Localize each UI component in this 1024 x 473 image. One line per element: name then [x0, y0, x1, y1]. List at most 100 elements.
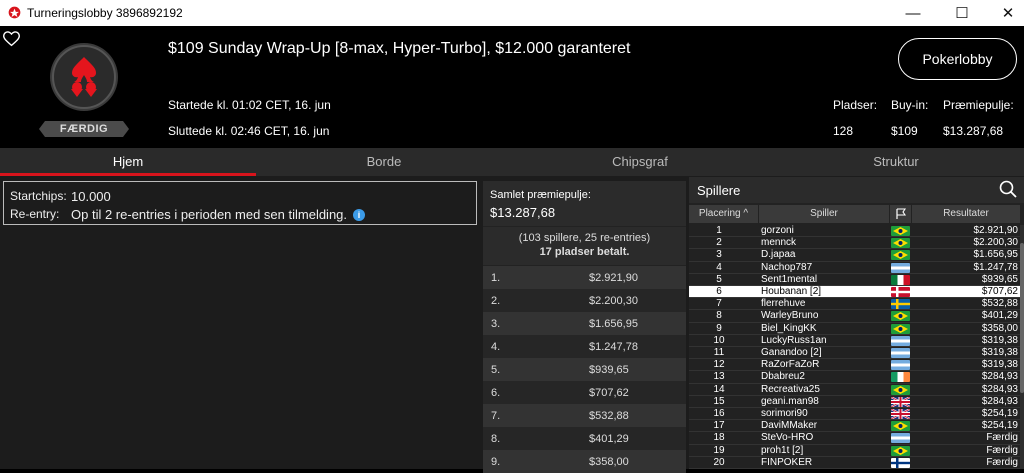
- country-flag-icon: [891, 262, 910, 273]
- table-row[interactable]: 1 gorzoni $2.921,90: [689, 225, 1020, 238]
- prize-row: 9. $358,00: [483, 450, 686, 473]
- table-row[interactable]: 15 geani.man98 $284,93: [689, 396, 1020, 408]
- player-result: $939,65: [981, 273, 1018, 285]
- entries-note: (103 spillere, 25 re-entries): [518, 232, 651, 244]
- player-result: $319,38: [981, 334, 1018, 346]
- window-titlebar: Turneringslobby 3896892192 — ☐ ✕: [0, 0, 1024, 26]
- player-place: 8: [716, 310, 722, 322]
- player-place: 3: [716, 249, 722, 261]
- tab-chip-graph[interactable]: Chipsgraf: [512, 148, 768, 176]
- player-result: $401,29: [981, 310, 1018, 322]
- players-header: Spillere: [689, 177, 1024, 203]
- player-result: $707,62: [981, 286, 1018, 297]
- prize-row: 7. $532,88: [483, 404, 686, 427]
- player-result: $254,19: [981, 408, 1018, 419]
- window-title: Turneringslobby 3896892192: [27, 6, 183, 20]
- tab-home[interactable]: Hjem: [0, 148, 256, 176]
- table-row[interactable]: 6 Houbanan [2] $707,62: [689, 286, 1020, 299]
- player-result: $284,93: [981, 383, 1018, 395]
- favorite-heart-icon[interactable]: [3, 31, 20, 47]
- column-header-place[interactable]: Placering ^: [689, 205, 758, 223]
- country-flag-icon: [891, 323, 910, 334]
- table-row[interactable]: 10 LuckyRuss1an $319,38: [689, 335, 1020, 347]
- startchips-value: 10.000: [71, 189, 111, 204]
- player-name: DaviMMaker: [761, 420, 818, 432]
- country-flag-icon: [891, 238, 910, 249]
- player-name: D.japaa: [761, 249, 796, 261]
- table-row[interactable]: 4 Nachop787 $1.247,78: [689, 262, 1020, 274]
- reentry-label: Re-entry:: [10, 207, 60, 221]
- country-flag-icon: [891, 384, 910, 395]
- buyin-label: Buy-in:: [891, 98, 929, 112]
- player-name: Recreativa25: [761, 383, 820, 395]
- player-place: 17: [713, 420, 725, 432]
- table-row[interactable]: 9 Biel_KingKK $358,00: [689, 323, 1020, 335]
- scrollbar-thumb[interactable]: [1020, 243, 1024, 393]
- country-flag-icon: [891, 274, 910, 285]
- table-row[interactable]: 12 RaZorFaZoR $319,38: [689, 359, 1020, 372]
- player-name: proh1t [2]: [761, 444, 804, 456]
- player-place: 7: [716, 298, 722, 310]
- player-place: 14: [713, 383, 725, 395]
- info-icon[interactable]: i: [353, 209, 366, 221]
- player-name: SteVo-HRO: [761, 432, 814, 444]
- player-place: 20: [713, 456, 725, 468]
- start-time: Startede kl. 01:02 CET, 16. jun: [168, 98, 331, 112]
- tournament-info-box: Startchips: 10.000 Re-entry: Op til 2 re…: [3, 181, 477, 225]
- player-list-scrollbar[interactable]: [1020, 225, 1024, 469]
- prize-total-label: Samlet præmiepulje:: [490, 189, 591, 201]
- country-flag-icon: [891, 433, 910, 444]
- table-row[interactable]: 3 D.japaa $1.656,95: [689, 249, 1020, 262]
- table-row[interactable]: 8 WarleyBruno $401,29: [689, 310, 1020, 323]
- table-row[interactable]: 14 Recreativa25 $284,93: [689, 384, 1020, 396]
- prize-summary: (103 spillere, 25 re-entries) 17 pladser…: [483, 227, 686, 265]
- tab-bar: Hjem Borde Chipsgraf Struktur: [0, 148, 1024, 176]
- player-name: mennck: [761, 237, 797, 249]
- table-row[interactable]: 7 flerrehuve $532,88: [689, 298, 1020, 311]
- player-place: 15: [713, 395, 725, 407]
- player-name: Dbabreu2: [761, 371, 805, 383]
- prizepool-label: Præmiepulje:: [943, 98, 1014, 112]
- player-result: Færdig: [986, 444, 1018, 456]
- player-result: $254,19: [981, 420, 1018, 432]
- players-title: Spillere: [697, 183, 741, 198]
- player-place: 2: [716, 237, 722, 249]
- maximize-icon[interactable]: ☐: [939, 0, 985, 26]
- close-icon[interactable]: ✕: [985, 0, 1024, 26]
- column-header-results[interactable]: Resultater: [912, 205, 1020, 223]
- prize-row: 1. $2.921,90: [483, 266, 686, 289]
- table-row[interactable]: 13 Dbabreu2 $284,93: [689, 371, 1020, 384]
- tournament-title: $109 Sunday Wrap-Up [8-max, Hyper-Turbo]…: [168, 40, 631, 57]
- player-place: 19: [713, 444, 725, 456]
- poker-lobby-button[interactable]: Pokerlobby: [898, 38, 1017, 80]
- sort-up-icon: ^: [743, 208, 749, 219]
- tab-structure[interactable]: Struktur: [768, 148, 1024, 176]
- table-row[interactable]: 11 Ganandoo [2] $319,38: [689, 347, 1020, 360]
- player-name: WarleyBruno: [761, 310, 819, 322]
- table-row[interactable]: 2 mennck $2.200,30: [689, 237, 1020, 250]
- player-place: 1: [716, 225, 722, 236]
- minimize-icon[interactable]: —: [890, 0, 936, 26]
- table-row[interactable]: 17 DaviMMaker $254,19: [689, 420, 1020, 433]
- table-row[interactable]: 19 proh1t [2] Færdig: [689, 445, 1020, 457]
- country-flag-icon: [891, 372, 910, 383]
- country-flag-icon: [891, 445, 910, 456]
- player-name: geani.man98: [761, 395, 819, 407]
- player-name: RaZorFaZoR: [761, 359, 820, 371]
- country-flag-icon: [891, 335, 910, 346]
- search-icon[interactable]: [999, 180, 1017, 198]
- table-row[interactable]: 16 sorimori90 $254,19: [689, 408, 1020, 421]
- table-row[interactable]: 20 FINPOKER Færdig: [689, 457, 1020, 469]
- column-header-player[interactable]: Spiller: [759, 205, 889, 223]
- tab-tables[interactable]: Borde: [256, 148, 512, 176]
- tournament-suits-emblem-icon: [50, 43, 118, 111]
- player-place: 18: [713, 432, 725, 444]
- table-row[interactable]: 18 SteVo-HRO Færdig: [689, 432, 1020, 445]
- player-place: 6: [716, 286, 722, 297]
- player-name: Nachop787: [761, 261, 813, 273]
- country-flag-icon: [891, 457, 910, 468]
- country-flag-icon: [891, 299, 910, 310]
- player-name: FINPOKER: [761, 456, 813, 468]
- table-row[interactable]: 5 Sent1mental $939,65: [689, 274, 1020, 286]
- paid-note: 17 pladser betalt.: [539, 246, 630, 258]
